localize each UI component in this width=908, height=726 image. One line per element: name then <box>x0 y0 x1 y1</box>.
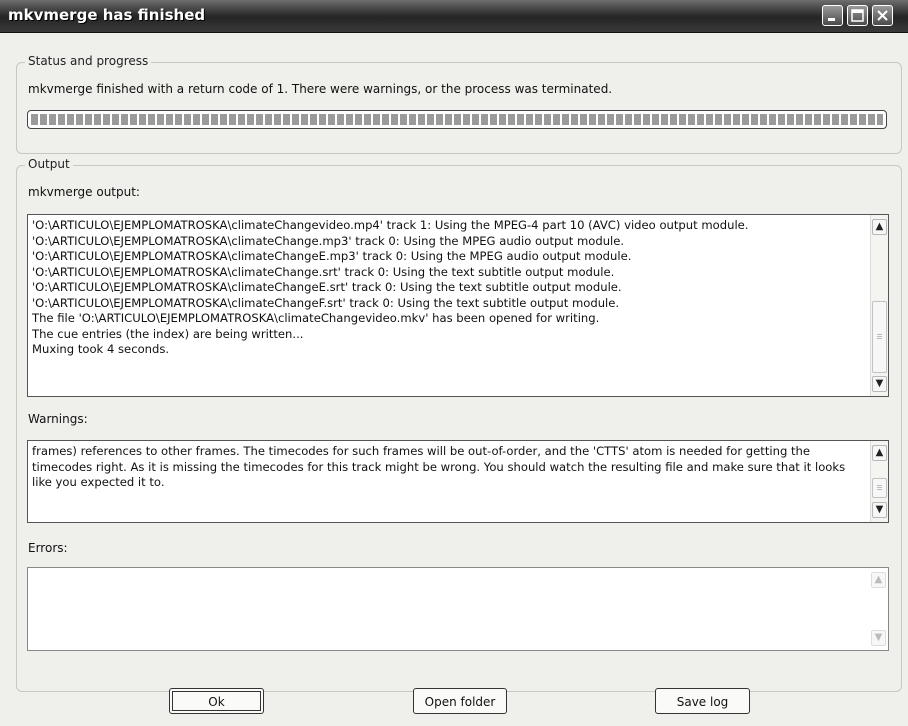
minimize-button[interactable] <box>822 5 843 26</box>
scroll-thumb[interactable] <box>872 301 887 373</box>
status-group: Status and progress <box>16 54 902 154</box>
scroll-down-button: ▼ <box>871 630 886 646</box>
close-button[interactable] <box>872 5 893 26</box>
warnings-label: Warnings: <box>28 412 88 426</box>
ok-button[interactable]: Ok <box>169 688 264 714</box>
errors-scrollbar: ▲ ▼ <box>870 568 888 650</box>
errors-text <box>28 568 888 574</box>
mkvmerge-output-textarea[interactable]: 'O:\ARTICULO\EJEMPLOMATROSKA\climateChan… <box>27 214 889 397</box>
warnings-textarea[interactable]: frames) references to other frames. The … <box>27 440 889 523</box>
scroll-up-button: ▲ <box>871 572 886 588</box>
output-group-label: Output <box>25 157 73 171</box>
progress-fill <box>31 114 883 125</box>
status-group-label: Status and progress <box>25 54 152 68</box>
progress-bar <box>27 110 887 129</box>
scroll-down-button[interactable]: ▼ <box>872 502 887 518</box>
dialog-window: mkvmerge has finished Status and progres… <box>0 0 908 726</box>
maximize-icon <box>851 9 864 22</box>
errors-label: Errors: <box>28 541 68 555</box>
scroll-thumb[interactable] <box>872 478 887 498</box>
output-scrollbar[interactable]: ▲ ▼ <box>870 215 888 396</box>
save-log-button[interactable]: Save log <box>655 688 750 714</box>
scroll-down-button[interactable]: ▼ <box>872 376 887 392</box>
close-icon <box>877 10 888 21</box>
errors-textarea[interactable]: ▲ ▼ <box>27 567 889 651</box>
mkvmerge-output-label: mkvmerge output: <box>28 185 140 199</box>
scroll-up-button[interactable]: ▲ <box>872 219 887 235</box>
scroll-up-button[interactable]: ▲ <box>872 445 887 461</box>
window-title: mkvmerge has finished <box>8 6 206 24</box>
open-folder-button[interactable]: Open folder <box>413 688 507 714</box>
maximize-button[interactable] <box>847 5 868 26</box>
title-bar[interactable]: mkvmerge has finished <box>0 0 908 33</box>
minimize-icon <box>828 18 835 21</box>
warnings-scrollbar[interactable]: ▲ ▼ <box>870 441 888 522</box>
status-message: mkvmerge finished with a return code of … <box>28 82 613 96</box>
warnings-text: frames) references to other frames. The … <box>32 444 849 489</box>
mkvmerge-output-text: 'O:\ARTICULO\EJEMPLOMATROSKA\climateChan… <box>32 218 749 356</box>
